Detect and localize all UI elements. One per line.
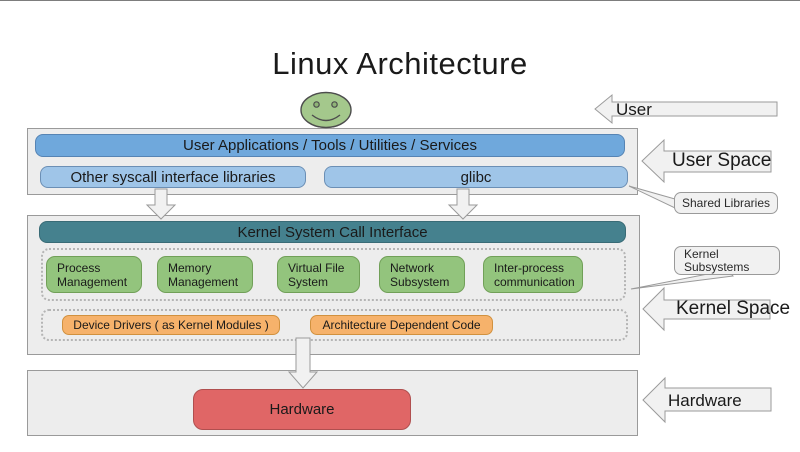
other-syscall-libraries-box: Other syscall interface libraries (40, 166, 306, 188)
architecture-dependent-code-label: Architecture Dependent Code (322, 318, 480, 332)
shared-libraries-callout: Shared Libraries (674, 192, 778, 214)
shared-libraries-label: Shared Libraries (682, 196, 770, 210)
subsystem-box-network-subsystem: Network Subsystem (379, 256, 465, 293)
subsystem-box-process-management: Process Management (46, 256, 142, 293)
glibc-label: glibc (461, 169, 492, 186)
subsystem-label: Process Management (57, 261, 137, 289)
glibc-box: glibc (324, 166, 628, 188)
hardware-box: Hardware (193, 389, 411, 430)
subsystem-box-interprocess-communication: Inter-process communication (483, 256, 583, 293)
kernel-space-arrow-label: Kernel Space (676, 298, 790, 320)
subsystem-label: Inter-process communication (494, 261, 578, 289)
kernel-syscall-interface-label: Kernel System Call Interface (237, 224, 427, 241)
device-drivers-box: Device Drivers ( as Kernel Modules ) (62, 315, 280, 335)
subsystem-label: Memory Management (168, 261, 248, 289)
device-drivers-label: Device Drivers ( as Kernel Modules ) (73, 318, 268, 332)
user-arrow-label: User (616, 100, 652, 120)
kernel-subsystems-callout: Kernel Subsystems (674, 246, 780, 275)
user-applications-bar: User Applications / Tools / Utilities / … (35, 134, 625, 157)
subsystem-label: Virtual File System (288, 261, 355, 289)
hardware-box-label: Hardware (269, 401, 334, 418)
kernel-subsystems-label: Kernel Subsystems (675, 248, 756, 274)
hardware-arrow-label: Hardware (668, 391, 742, 411)
subsystem-box-memory-management: Memory Management (157, 256, 253, 293)
smiley-face-icon (301, 93, 351, 128)
subsystem-label: Network Subsystem (390, 261, 460, 289)
linux-architecture-diagram: Linux Architecture User Applications / T… (0, 0, 800, 452)
user-applications-label: User Applications / Tools / Utilities / … (183, 137, 477, 154)
kernel-syscall-interface-bar: Kernel System Call Interface (39, 221, 626, 243)
top-divider-line (0, 0, 800, 1)
architecture-dependent-code-box: Architecture Dependent Code (310, 315, 493, 335)
page-title: Linux Architecture (0, 46, 800, 82)
subsystem-box-virtual-file-system: Virtual File System (277, 256, 360, 293)
other-syscall-libraries-label: Other syscall interface libraries (70, 169, 275, 186)
user-space-arrow-label: User Space (672, 150, 771, 172)
